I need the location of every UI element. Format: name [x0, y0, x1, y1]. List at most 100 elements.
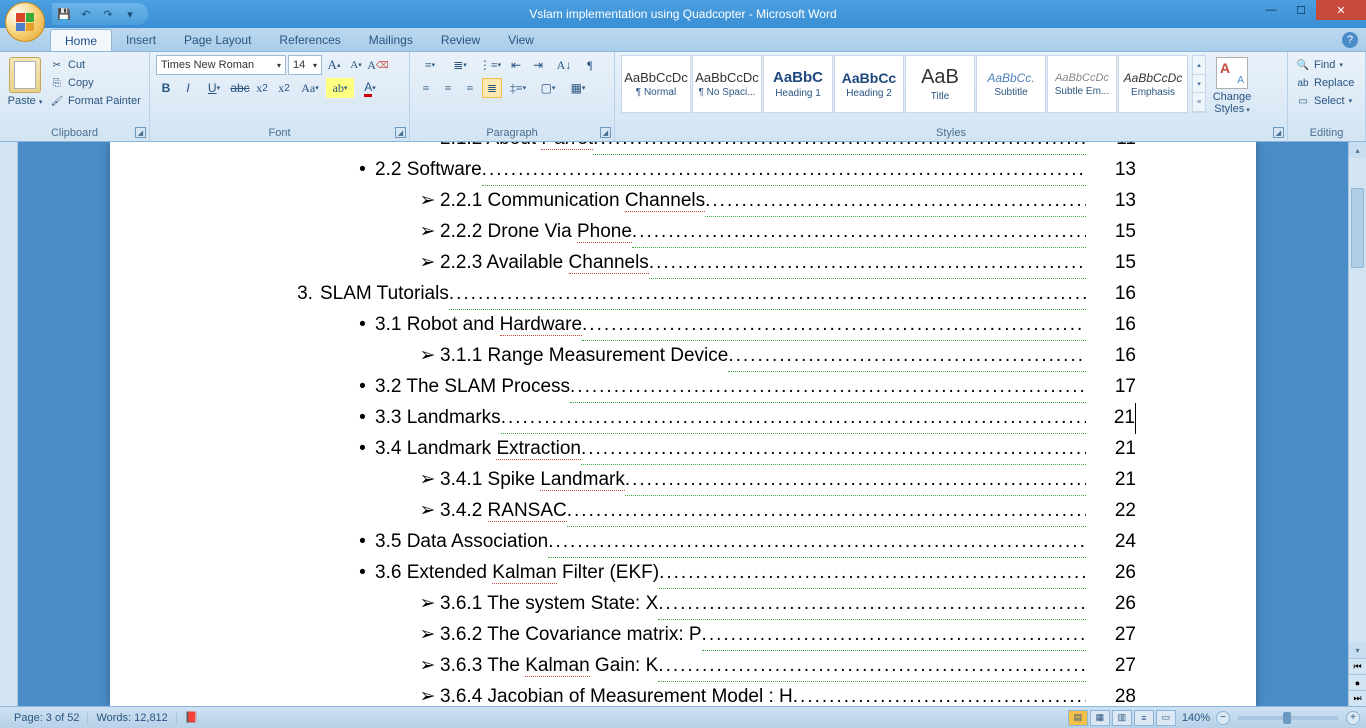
toc-line[interactable]: •3.3 Landmarks .........................… — [230, 403, 1136, 434]
replace-button[interactable]: abReplace — [1294, 75, 1359, 91]
toc-line[interactable]: •3.4 Landmark Extraction ...............… — [230, 434, 1136, 465]
align-left-button[interactable]: ≡ — [416, 78, 436, 98]
shrink-font-button[interactable]: A▾ — [346, 55, 366, 75]
change-styles-button[interactable]: Change Styles ▾ — [1210, 55, 1254, 115]
browse-object-icon[interactable]: ● — [1349, 674, 1366, 690]
outline-view-button[interactable]: ≡ — [1134, 710, 1154, 726]
toc-line[interactable]: •3.6 Extended Kalman Filter (EKF) ......… — [230, 558, 1136, 589]
page[interactable]: ➢2.1.2 About Parrot ....................… — [110, 142, 1256, 706]
italic-button[interactable]: I — [178, 78, 198, 98]
multilevel-button[interactable]: ⋮≡▾ — [476, 55, 504, 75]
justify-button[interactable]: ≣ — [482, 78, 502, 98]
minimize-button[interactable]: — — [1256, 0, 1286, 20]
style-heading-2[interactable]: AaBbCcHeading 2 — [834, 55, 904, 113]
toc-line[interactable]: ➢2.2.2 Drone Via Phone .................… — [230, 217, 1136, 248]
zoom-slider[interactable] — [1238, 716, 1338, 720]
styles-dialog-launcher[interactable]: ◢ — [1273, 127, 1284, 138]
font-dialog-launcher[interactable]: ◢ — [395, 127, 406, 138]
select-button[interactable]: ▭Select ▾ — [1294, 93, 1359, 109]
scroll-down-icon[interactable]: ▾ — [1349, 642, 1366, 658]
tab-home[interactable]: Home — [50, 29, 112, 51]
word-count[interactable]: Words: 12,812 — [88, 712, 176, 724]
close-button[interactable]: ✕ — [1316, 0, 1366, 20]
paragraph-dialog-launcher[interactable]: ◢ — [600, 127, 611, 138]
scroll-thumb[interactable] — [1351, 188, 1364, 268]
clear-formatting-button[interactable]: A⌫ — [368, 55, 388, 75]
toc-line[interactable]: ➢2.2.3 Available Channels ..............… — [230, 248, 1136, 279]
format-painter-button[interactable]: 🖌Format Painter — [48, 93, 143, 109]
toc-line[interactable]: ➢3.6.3 The Kalman Gain: K ..............… — [230, 651, 1136, 682]
style--normal[interactable]: AaBbCcDc¶ Normal — [621, 55, 691, 113]
superscript-button[interactable]: x2 — [274, 78, 294, 98]
toc-line[interactable]: ➢2.1.2 About Parrot ....................… — [230, 142, 1136, 155]
tab-review[interactable]: Review — [427, 29, 494, 51]
tab-insert[interactable]: Insert — [112, 29, 170, 51]
bold-button[interactable]: B — [156, 78, 176, 98]
vertical-ruler[interactable] — [0, 142, 18, 706]
help-icon[interactable]: ? — [1342, 32, 1358, 48]
zoom-level[interactable]: 140% — [1182, 712, 1210, 724]
style-emphasis[interactable]: AaBbCcDcEmphasis — [1118, 55, 1188, 113]
borders-button[interactable]: ▦▾ — [564, 78, 592, 98]
tab-view[interactable]: View — [494, 29, 548, 51]
bullets-button[interactable]: ≡▾ — [416, 55, 444, 75]
toc-line[interactable]: ➢3.6.1 The system State: X .............… — [230, 589, 1136, 620]
shading-button[interactable]: ▢▾ — [534, 78, 562, 98]
show-marks-button[interactable]: ¶ — [580, 55, 600, 75]
find-button[interactable]: 🔍Find ▾ — [1294, 57, 1359, 73]
font-size-combo[interactable]: 14▾ — [288, 55, 322, 75]
toc-line[interactable]: ➢2.2.1 Communication Channels ..........… — [230, 186, 1136, 217]
clipboard-dialog-launcher[interactable]: ◢ — [135, 127, 146, 138]
prev-page-icon[interactable]: ⏮ — [1349, 658, 1366, 674]
vertical-scrollbar[interactable]: ▴ ▾ ⏮ ● ⏭ — [1348, 142, 1366, 706]
tab-references[interactable]: References — [265, 29, 354, 51]
toc-line[interactable]: ➢3.1.1 Range Measurement Device ........… — [230, 341, 1136, 372]
web-layout-view-button[interactable]: ▥ — [1112, 710, 1132, 726]
style-subtle-em-[interactable]: AaBbCcDcSubtle Em... — [1047, 55, 1117, 113]
full-screen-view-button[interactable]: ▦ — [1090, 710, 1110, 726]
draft-view-button[interactable]: ▭ — [1156, 710, 1176, 726]
line-spacing-button[interactable]: ‡≡▾ — [504, 78, 532, 98]
highlight-button[interactable]: ab▾ — [326, 78, 354, 98]
scroll-up-icon[interactable]: ▴ — [1349, 142, 1366, 158]
document-scroll[interactable]: ➢2.1.2 About Parrot ....................… — [18, 142, 1348, 706]
style--no-spaci-[interactable]: AaBbCcDc¶ No Spaci... — [692, 55, 762, 113]
sort-button[interactable]: A↓ — [550, 55, 578, 75]
proofing-icon[interactable]: 📕 — [177, 711, 207, 724]
font-name-combo[interactable]: Times New Roman▾ — [156, 55, 286, 75]
undo-icon[interactable]: ↶ — [78, 6, 94, 22]
strikethrough-button[interactable]: abc — [230, 78, 250, 98]
style-heading-1[interactable]: AaBbCHeading 1 — [763, 55, 833, 113]
font-color-button[interactable]: A▾ — [356, 78, 384, 98]
underline-button[interactable]: U ▾ — [200, 78, 228, 98]
zoom-out-button[interactable]: − — [1216, 711, 1230, 725]
print-layout-view-button[interactable]: ▤ — [1068, 710, 1088, 726]
maximize-button[interactable]: ☐ — [1286, 0, 1316, 20]
redo-icon[interactable]: ↷ — [100, 6, 116, 22]
toc-line[interactable]: ➢3.6.4 Jacobian of Measurement Model : H… — [230, 682, 1136, 706]
paste-button[interactable]: Paste ▾ — [6, 55, 44, 107]
toc-line[interactable]: ➢3.4.2 RANSAC ..........................… — [230, 496, 1136, 527]
toc-line[interactable]: ➢3.6.2 The Covariance matrix: P ........… — [230, 620, 1136, 651]
toc-line[interactable]: •3.2 The SLAM Process ..................… — [230, 372, 1136, 403]
save-icon[interactable]: 💾 — [56, 6, 72, 22]
style-title[interactable]: AaBTitle — [905, 55, 975, 113]
grow-font-button[interactable]: A▴ — [324, 55, 344, 75]
cut-button[interactable]: ✂Cut — [48, 57, 143, 73]
change-case-button[interactable]: Aa▾ — [296, 78, 324, 98]
increase-indent-button[interactable]: ⇥ — [528, 55, 548, 75]
toc-line[interactable]: •3.5 Data Association ..................… — [230, 527, 1136, 558]
subscript-button[interactable]: x2 — [252, 78, 272, 98]
decrease-indent-button[interactable]: ⇤ — [506, 55, 526, 75]
copy-button[interactable]: ⎘Copy — [48, 75, 143, 91]
toc-line[interactable]: ➢3.4.1 Spike Landmark ..................… — [230, 465, 1136, 496]
gallery-scroll[interactable]: ▴▾≡ — [1192, 55, 1206, 113]
style-subtitle[interactable]: AaBbCc.Subtitle — [976, 55, 1046, 113]
qat-customize-icon[interactable]: ▾ — [122, 6, 138, 22]
next-page-icon[interactable]: ⏭ — [1349, 690, 1366, 706]
toc-line[interactable]: •3.1 Robot and Hardware ................… — [230, 310, 1136, 341]
align-right-button[interactable]: ≡ — [460, 78, 480, 98]
office-button[interactable] — [5, 2, 45, 42]
tab-mailings[interactable]: Mailings — [355, 29, 427, 51]
numbering-button[interactable]: ≣▾ — [446, 55, 474, 75]
